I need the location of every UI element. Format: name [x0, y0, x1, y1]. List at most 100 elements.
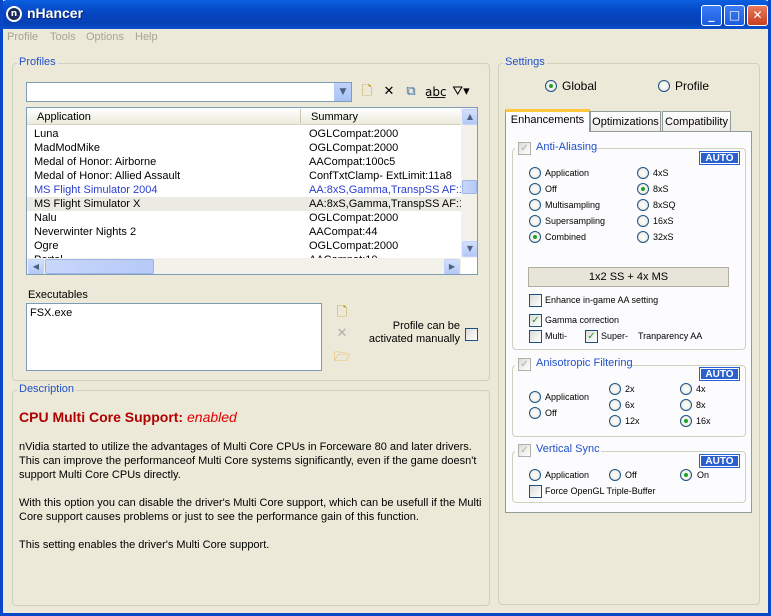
minimize-button[interactable]: _ — [701, 5, 722, 26]
table-row[interactable]: Nalu OGLCompat:2000 — [27, 211, 461, 225]
aa-mode-label: Off — [545, 184, 557, 194]
aa-result-display: 1x2 SS + 4x MS — [528, 267, 729, 287]
vsync-off-radio[interactable] — [609, 469, 621, 481]
aa-mode-label: Supersampling — [545, 216, 606, 226]
menu-profile[interactable]: Profile — [7, 31, 38, 43]
gamma-correction-checkbox[interactable]: ✓ — [529, 314, 542, 327]
column-application[interactable]: Application — [37, 110, 91, 124]
aa-mode-label: Combined — [545, 232, 587, 242]
af-level-radio[interactable] — [680, 383, 692, 395]
af-level-radio[interactable] — [680, 415, 692, 427]
enhance-ingame-aa-label: Enhance in-game AA setting — [545, 295, 659, 305]
scroll-left-button[interactable]: ◀ — [28, 259, 44, 274]
close-button[interactable]: ✕ — [747, 5, 768, 26]
table-row[interactable]: Medal of Honor: Airborne AACompat:100c5 — [27, 155, 461, 169]
description-paragraph: With this option you can disable the dri… — [19, 497, 482, 523]
aa-level-radio[interactable] — [637, 183, 649, 195]
list-item[interactable]: FSX.exe — [30, 306, 72, 320]
vertical-scrollbar[interactable]: ▲ ▼ — [461, 108, 477, 258]
vsync-title: Vertical Sync — [536, 443, 600, 455]
aa-level-radio[interactable] — [637, 167, 649, 179]
transparency-super-label: Super- — [601, 331, 629, 341]
vertical-scroll-thumb[interactable] — [462, 180, 477, 194]
vsync-on-radio[interactable] — [680, 469, 692, 481]
table-row[interactable]: Neverwinter Nights 2 AACompat:44 — [27, 225, 461, 239]
new-profile-icon[interactable]: 🗋 — [358, 83, 376, 101]
transparency-multi-checkbox[interactable] — [529, 330, 542, 343]
enhance-ingame-aa-checkbox[interactable] — [529, 294, 542, 307]
table-row[interactable]: Luna OGLCompat:2000 — [27, 127, 461, 141]
tab-enhancements[interactable]: Enhancements — [505, 109, 590, 132]
copy-profile-icon[interactable]: ⧉ — [402, 83, 420, 101]
delete-profile-icon[interactable]: ✕ — [380, 83, 398, 101]
horizontal-scrollbar[interactable]: ◀ ▶ — [27, 258, 461, 274]
table-row[interactable]: MadModMike OGLCompat:2000 — [27, 141, 461, 155]
scope-profile-radio[interactable] — [658, 80, 670, 92]
triple-buffer-label: Force OpenGL Triple-Buffer — [545, 486, 656, 496]
row-summary: AA:8xS,Gamma,TranspSS AF:16 — [309, 198, 461, 210]
aa-mode-radio[interactable] — [529, 183, 541, 195]
table-row[interactable]: Ogre OGLCompat:2000 — [27, 239, 461, 253]
chevron-down-icon[interactable]: ▼ — [334, 83, 351, 101]
settings-legend: Settings — [503, 56, 547, 68]
title-bar[interactable]: n nHancer _ □ ✕ — [0, 0, 771, 29]
description-legend: Description — [17, 383, 77, 395]
af-auto-button[interactable]: AUTO — [699, 367, 740, 381]
manual-activation-checkbox[interactable] — [465, 328, 478, 341]
menu-help[interactable]: Help — [135, 31, 158, 43]
table-row[interactable]: Medal of Honor: Allied Assault ConfTxtCla… — [27, 169, 461, 183]
af-mode-radio[interactable] — [529, 391, 541, 403]
aa-mode-radio[interactable] — [529, 167, 541, 179]
af-level-radio[interactable] — [609, 383, 621, 395]
table-row[interactable]: MS Flight Simulator X AA:8xS,Gamma,Transp… — [27, 197, 461, 211]
aa-level-label: 32xS — [653, 232, 674, 242]
tab-optimizations[interactable]: Optimizations — [590, 111, 661, 132]
scope-global-radio[interactable] — [545, 80, 557, 92]
vsync-auto-button[interactable]: AUTO — [699, 454, 740, 468]
gamma-correction-label: Gamma correction — [545, 315, 620, 325]
menu-tools[interactable]: Tools — [50, 31, 76, 43]
scroll-down-button[interactable]: ▼ — [462, 241, 477, 257]
row-application: MS Flight Simulator X — [34, 198, 141, 210]
filter-icon[interactable]: ⛛▾ — [449, 83, 473, 101]
tab-compatibility[interactable]: Compatibility — [662, 111, 731, 132]
row-summary: AACompat:44 — [309, 226, 378, 238]
af-mode-radio[interactable] — [529, 407, 541, 419]
rename-profile-icon[interactable]: a͟b͟c — [425, 83, 447, 101]
aa-level-radio[interactable] — [637, 215, 649, 227]
triple-buffer-checkbox[interactable] — [529, 485, 542, 498]
aa-mode-radio[interactable] — [529, 199, 541, 211]
aa-mode-radio[interactable] — [529, 215, 541, 227]
executables-list[interactable]: FSX.exe — [26, 303, 322, 371]
aa-level-label: 8xS — [653, 184, 669, 194]
horizontal-scroll-thumb[interactable] — [45, 259, 154, 274]
scroll-up-button[interactable]: ▲ — [462, 109, 477, 125]
vsync-application-radio[interactable] — [529, 469, 541, 481]
aa-level-label: 8xSQ — [653, 200, 676, 210]
table-row[interactable]: MS Flight Simulator 2004 AA:8xS,Gamma,Tra… — [27, 183, 461, 197]
add-executable-icon[interactable]: 🗋 — [333, 304, 351, 322]
aa-auto-button[interactable]: AUTO — [699, 151, 740, 165]
aa-level-radio[interactable] — [637, 199, 649, 211]
aa-level-label: 16xS — [653, 216, 674, 226]
column-summary[interactable]: Summary — [311, 110, 358, 124]
af-level-radio[interactable] — [609, 415, 621, 427]
aa-level-radio[interactable] — [637, 231, 649, 243]
transparency-aa-label: Tranparency AA — [638, 331, 703, 341]
af-level-radio[interactable] — [680, 399, 692, 411]
row-summary: ConfTxtClamp- ExtLimit:11a8 — [309, 170, 452, 182]
profiles-list[interactable]: Application Summary Luna OGLCompat:2000 Ma… — [26, 107, 478, 275]
aa-enable-checkbox: ✓ — [518, 142, 531, 155]
window-title: nHancer — [27, 5, 84, 21]
transparency-super-checkbox[interactable]: ✓ — [585, 330, 598, 343]
folder-icon[interactable]: 🗁 — [333, 349, 351, 367]
scroll-right-button[interactable]: ▶ — [444, 259, 460, 274]
menu-options[interactable]: Options — [86, 31, 124, 43]
row-application: Ogre — [34, 240, 59, 252]
aa-mode-radio[interactable] — [529, 231, 541, 243]
profile-combo[interactable]: ▼ — [26, 82, 352, 102]
aa-title: Anti-Aliasing — [536, 141, 598, 153]
af-level-radio[interactable] — [609, 399, 621, 411]
maximize-button[interactable]: □ — [724, 5, 745, 26]
aa-mode-label: Application — [545, 168, 590, 178]
